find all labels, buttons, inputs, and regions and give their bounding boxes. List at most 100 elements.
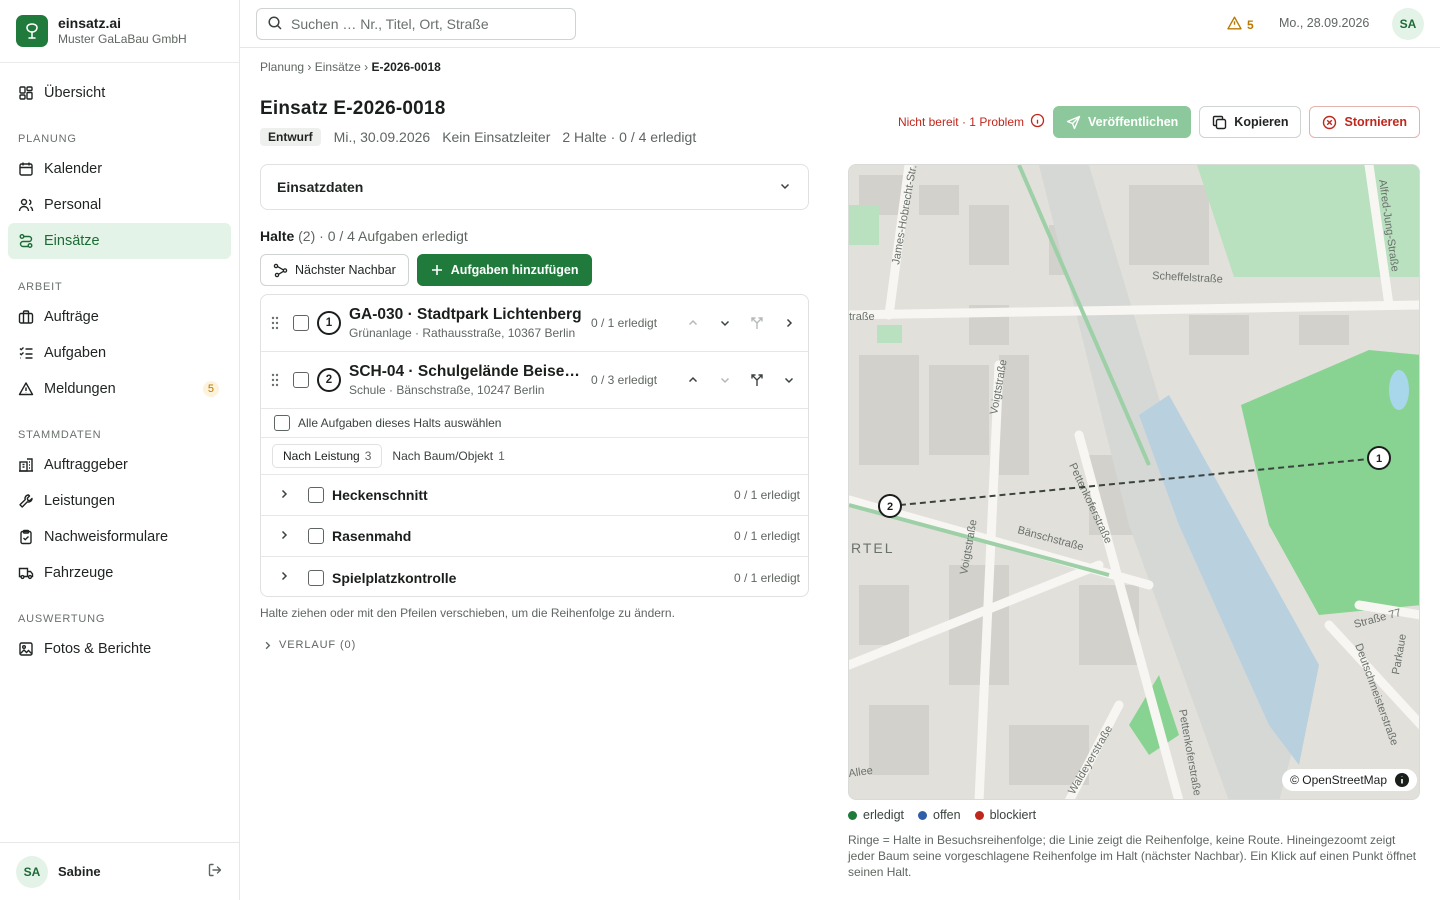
einsatzdaten-label: Einsatzdaten	[277, 179, 364, 195]
nav-item-personal[interactable]: Personal	[8, 187, 231, 223]
search-icon	[267, 15, 283, 34]
nearest-neighbor-button[interactable]: Nächster Nachbar	[260, 254, 409, 286]
tab-label: Nach Baum/Objekt	[392, 449, 494, 463]
top-user-avatar[interactable]: SA	[1392, 8, 1424, 40]
nav-label: Übersicht	[44, 85, 106, 101]
nav-item-nachweisformulare[interactable]: Nachweisformulare	[8, 519, 231, 555]
stop-address: Grünanlage · Rathausstraße, 10367 Berlin	[349, 326, 576, 340]
nav-item-meldungen[interactable]: Meldungen 5	[8, 371, 231, 407]
copy-button[interactable]: Kopieren	[1199, 106, 1302, 138]
verlauf-toggle[interactable]: VERLAUF (0)	[262, 639, 356, 651]
breadcrumb-einsaetze[interactable]: Einsätze	[315, 60, 361, 74]
split-route-icon[interactable]	[741, 315, 773, 331]
halte-count: (2)	[298, 228, 316, 244]
nav-section-auswertung: AUSWERTUNG	[18, 613, 106, 625]
warning-icon	[1227, 16, 1242, 33]
page-title: Einsatz E-2026-0018	[260, 98, 446, 119]
einsatzdaten-accordion[interactable]: Einsatzdaten	[260, 164, 809, 210]
logout-icon[interactable]	[207, 862, 223, 881]
halte-toolbar: Nächster Nachbar Aufgaben hinzufügen	[260, 254, 592, 286]
search-input[interactable]	[291, 16, 561, 32]
tab-nach-leistung[interactable]: Nach Leistung 3	[272, 444, 383, 468]
map-canvas[interactable]: Scheffelstraße Voigtstraße Pettenkoferst…	[849, 165, 1420, 800]
nav-item-fotos-berichte[interactable]: Fotos & Berichte	[8, 631, 231, 667]
info-icon[interactable]	[1395, 773, 1409, 787]
legend-item: offen	[918, 808, 961, 822]
map[interactable]: Scheffelstraße Voigtstraße Pettenkoferst…	[848, 164, 1420, 800]
nav-item-aufgaben[interactable]: Aufgaben	[8, 335, 231, 371]
warnings-indicator[interactable]: 5	[1227, 16, 1254, 33]
brand-name: einsatz.ai	[58, 15, 122, 31]
nav-item-kalender[interactable]: Kalender	[8, 151, 231, 187]
split-route-icon[interactable]	[741, 372, 773, 388]
move-down-icon[interactable]	[709, 316, 741, 330]
task-name: Rasenmahd	[332, 528, 412, 544]
legend-label: erledigt	[863, 808, 904, 822]
tab-nach-baum-objekt[interactable]: Nach Baum/Objekt 1	[382, 445, 514, 467]
nav-item-fahrzeuge[interactable]: Fahrzeuge	[8, 555, 231, 591]
cancel-button[interactable]: Stornieren	[1309, 106, 1420, 138]
breadcrumb-separator: ›	[307, 60, 312, 74]
chevron-right-icon[interactable]	[277, 528, 291, 545]
task-row[interactable]: Rasenmahd 0 / 1 erledigt	[261, 516, 808, 557]
legend-dot	[974, 810, 984, 820]
nav-section-arbeit: ARBEIT	[18, 281, 63, 293]
nav-item-leistungen[interactable]: Leistungen	[8, 483, 231, 519]
drag-handle-icon[interactable]	[271, 316, 283, 330]
nav-label: Nachweisformulare	[44, 529, 169, 545]
add-tasks-label: Aufgaben hinzufügen	[450, 263, 579, 277]
tab-label: Nach Leistung	[283, 449, 360, 463]
stop-number: 2	[317, 368, 341, 392]
chevron-right-icon[interactable]	[277, 487, 291, 504]
task-checkbox[interactable]	[308, 487, 324, 503]
select-all-checkbox[interactable]	[274, 415, 290, 431]
select-all-row[interactable]: Alle Aufgaben dieses Halts auswählen	[261, 409, 808, 438]
stop-row[interactable]: 1 GA-030 · Stadtpark Lichtenberg Grünanl…	[261, 295, 808, 352]
task-checkbox[interactable]	[308, 528, 324, 544]
clipboard-icon	[18, 529, 34, 545]
breadcrumb: Planung › Einsätze › E-2026-0018	[260, 60, 441, 74]
publish-button[interactable]: Veröffentlichen	[1053, 106, 1192, 138]
search-box[interactable]	[256, 8, 576, 40]
stop-checkbox[interactable]	[293, 372, 309, 388]
map-marker-1[interactable]: 1	[1367, 446, 1391, 470]
nav-item-auftraggeber[interactable]: Auftraggeber	[8, 447, 231, 483]
stop-title: GA-030 · Stadtpark Lichtenberg	[349, 306, 582, 323]
task-progress: 0 / 1 erledigt	[733, 529, 800, 543]
task-row[interactable]: Spielplatzkontrolle 0 / 1 erledigt	[261, 557, 808, 596]
drag-handle-icon[interactable]	[271, 373, 283, 387]
user-bar: SA Sabine	[0, 842, 239, 900]
nav-label: Aufgaben	[44, 345, 107, 361]
nav-item-auftraege[interactable]: Aufträge	[8, 299, 231, 335]
breadcrumb-planung[interactable]: Planung	[260, 60, 304, 74]
info-icon	[1030, 113, 1045, 131]
task-checkbox[interactable]	[308, 569, 324, 586]
legend-item: erledigt	[848, 808, 904, 822]
chevron-right-icon[interactable]	[277, 569, 291, 586]
task-row[interactable]: Heckenschnitt 0 / 1 erledigt	[261, 475, 808, 516]
legend-item: blockiert	[974, 808, 1036, 822]
move-up-icon[interactable]	[677, 373, 709, 387]
halte-label: Halte	[260, 228, 295, 244]
task-name: Heckenschnitt	[332, 487, 428, 503]
stop-checkbox[interactable]	[293, 315, 309, 331]
x-circle-icon	[1322, 115, 1337, 130]
chevron-right-icon[interactable]	[773, 316, 805, 330]
stop-row[interactable]: 2 SCH-04 · Schulgelände Beisestraße Schu…	[261, 352, 808, 409]
map-attribution[interactable]: © OpenStreetMap	[1282, 769, 1417, 791]
chevron-down-icon[interactable]	[773, 373, 805, 387]
readiness-status[interactable]: Nicht bereit · 1 Problem	[898, 113, 1045, 131]
nav-item-uebersicht[interactable]: Übersicht	[8, 75, 231, 111]
move-up-icon[interactable]	[677, 316, 709, 330]
add-tasks-button[interactable]: Aufgaben hinzufügen	[416, 254, 592, 286]
brand[interactable]: einsatz.ai Muster GaLaBau GmbH	[0, 0, 239, 63]
readiness-text: Nicht bereit · 1 Problem	[897, 115, 1024, 129]
stop-address: Schule · Bänschstraße, 10247 Berlin	[349, 383, 545, 397]
map-hint: Ringe = Halte in Besuchsreihenfolge; die…	[848, 833, 1417, 879]
map-marker-2[interactable]: 2	[878, 494, 902, 518]
breadcrumb-current: E-2026-0018	[371, 60, 441, 74]
move-down-icon[interactable]	[709, 373, 741, 387]
user-avatar[interactable]: SA	[16, 855, 48, 888]
nav-item-einsaetze[interactable]: Einsätze	[8, 223, 231, 259]
map-marker-label: 2	[887, 501, 893, 513]
